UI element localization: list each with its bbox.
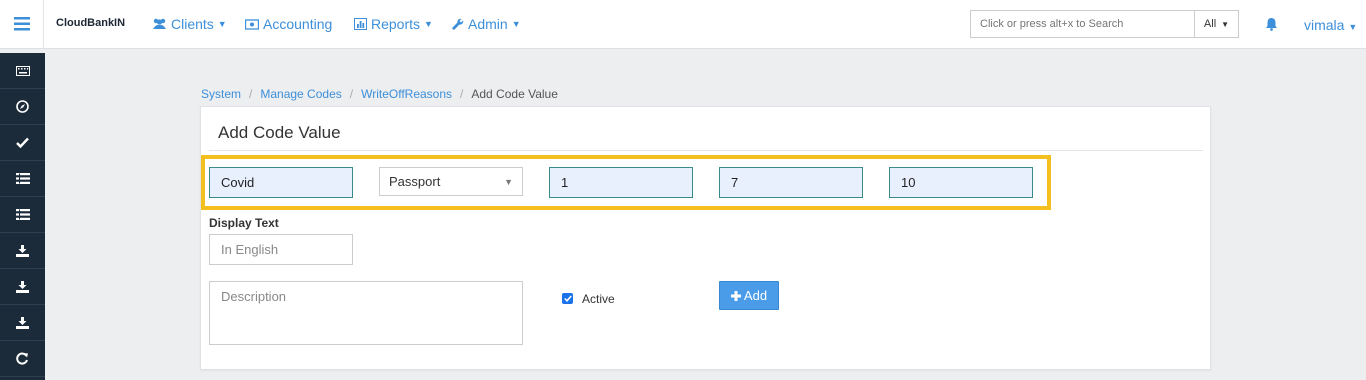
money-icon [245,18,259,30]
sidebar-item-keyboard[interactable] [0,53,45,89]
add-button[interactable]: Add [719,281,779,310]
wrench-icon [452,18,464,30]
download-icon [16,244,29,257]
breadcrumb-system[interactable]: System [201,87,241,101]
compass-icon [16,100,29,113]
keyboard-icon [15,65,30,76]
active-label: Active [582,292,615,306]
sidebar-item-list-2[interactable] [0,197,45,233]
checkmark-icon [563,295,572,302]
download-icon [16,280,29,293]
caret-down-icon: ▼ [1348,22,1358,32]
refresh-icon [16,352,28,365]
breadcrumb: System / Manage Codes / WriteOffReasons … [201,87,558,101]
nav-reports-label: Reports [371,16,421,32]
nav-admin[interactable]: Admin ▼ [452,16,521,32]
plus-icon [730,290,741,301]
add-button-label: Add [743,288,768,303]
position-input[interactable] [549,167,693,198]
type-select-value: Passport [389,174,441,189]
user-name: vimala [1304,17,1345,33]
page-title: Add Code Value [218,123,341,142]
breadcrumb-current: Add Code Value [471,87,558,101]
breadcrumb-separator: / [460,87,464,101]
caret-down-icon: ▼ [504,176,513,187]
nav-clients[interactable]: Clients ▼ [152,16,227,32]
nav-accounting-label: Accounting [263,16,333,32]
top-navbar: CloudBankIN Clients ▼ Accounting Reports… [0,0,1366,49]
active-checkbox[interactable] [562,293,573,304]
add-code-value-card: Add Code Value Passport ▼ Display Text I… [200,106,1211,370]
sidebar-item-checker[interactable] [0,125,45,161]
bell-icon [1266,18,1277,31]
sidebar-item-download-1[interactable] [0,233,45,269]
description-textarea[interactable]: Description [209,281,523,345]
breadcrumb-manage-codes[interactable]: Manage Codes [260,87,341,101]
search-scope-label: All [1203,18,1217,30]
display-text-input[interactable]: In English [209,234,353,265]
title-divider [209,150,1203,151]
users-icon [153,18,166,29]
notifications-button[interactable] [1265,17,1278,34]
hamburger-icon [13,17,30,31]
name-input[interactable] [209,167,353,198]
sidebar-item-list-1[interactable] [0,161,45,197]
download-icon [16,316,29,329]
search-input[interactable] [970,10,1195,38]
caret-down-icon: ▼ [1221,19,1230,29]
sidebar-item-navigation[interactable] [0,89,45,125]
caret-down-icon: ▼ [424,19,433,29]
nav-accounting[interactable]: Accounting [245,16,332,32]
caret-down-icon: ▼ [217,19,227,29]
brand-name: CloudBankIN [56,17,126,29]
breadcrumb-writeoffreasons[interactable]: WriteOffReasons [361,87,452,101]
nav-clients-label: Clients [171,16,214,32]
limit-input[interactable] [889,167,1033,198]
score-input[interactable] [719,167,863,198]
user-menu[interactable]: vimala ▼ [1304,17,1357,33]
check-icon [16,137,29,148]
sidebar-item-download-3[interactable] [0,305,45,341]
search-scope-dropdown[interactable]: All ▼ [1194,10,1239,38]
list-icon [15,209,30,220]
type-select[interactable]: Passport ▼ [379,167,523,196]
breadcrumb-separator: / [249,87,253,101]
sidebar [0,53,45,380]
bar-chart-icon [354,18,367,30]
display-text-label: Display Text [209,216,279,230]
sidebar-item-refresh[interactable] [0,341,45,377]
caret-down-icon: ▼ [511,19,521,29]
nav-admin-label: Admin [468,16,508,32]
sidebar-item-download-2[interactable] [0,269,45,305]
breadcrumb-separator: / [349,87,354,101]
nav-reports[interactable]: Reports ▼ [354,16,433,32]
hamburger-menu-button[interactable] [0,0,44,48]
list-icon [15,173,30,184]
